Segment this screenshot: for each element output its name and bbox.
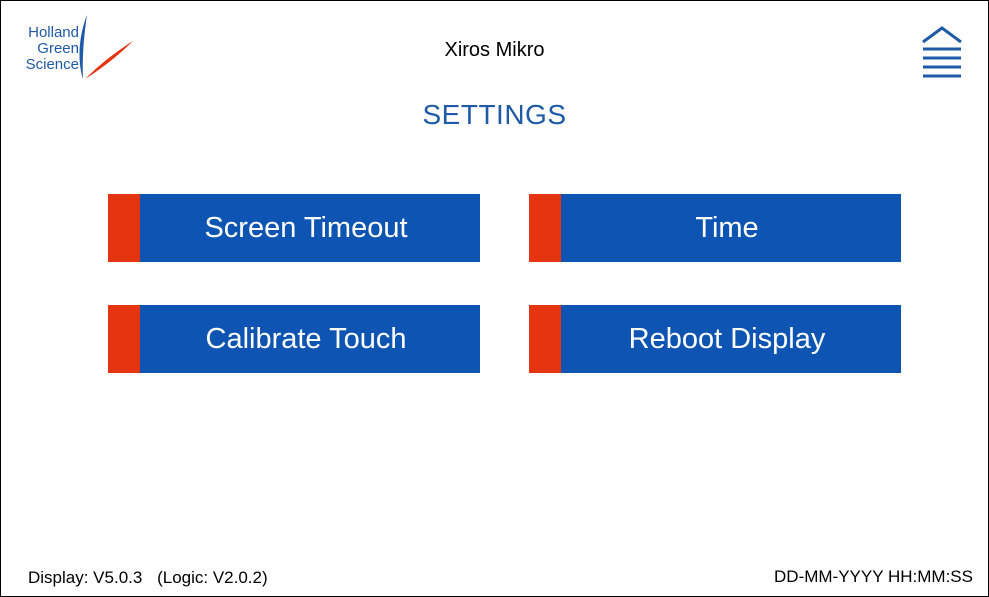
reboot-display-label: Reboot Display	[628, 322, 826, 355]
page-title: SETTINGS	[422, 99, 567, 130]
datetime-display: DD-MM-YYYY HH:MM:SS	[774, 567, 973, 586]
version-info: Display: V5.0.3 (Logic: V2.0.2)	[28, 568, 268, 588]
time-button[interactable]: Time	[529, 194, 901, 262]
calibrate-touch-button[interactable]: Calibrate Touch	[108, 305, 480, 373]
button-accent	[529, 305, 561, 373]
logic-version: (Logic: V2.0.2)	[157, 568, 268, 587]
time-label: Time	[695, 211, 759, 244]
app-title: Xiros Mikro	[444, 39, 545, 61]
settings-screen: Holland Green Science Xiros Mikro SETTIN…	[0, 0, 989, 597]
reboot-display-button[interactable]: Reboot Display	[529, 305, 901, 373]
menu-icon[interactable]	[920, 25, 964, 81]
button-accent	[108, 194, 140, 262]
screen-timeout-label: Screen Timeout	[204, 211, 408, 244]
button-accent	[529, 194, 561, 262]
button-accent	[108, 305, 140, 373]
display-version: Display: V5.0.3	[28, 568, 143, 587]
screen-timeout-button[interactable]: Screen Timeout	[108, 194, 480, 262]
calibrate-touch-label: Calibrate Touch	[205, 322, 407, 355]
